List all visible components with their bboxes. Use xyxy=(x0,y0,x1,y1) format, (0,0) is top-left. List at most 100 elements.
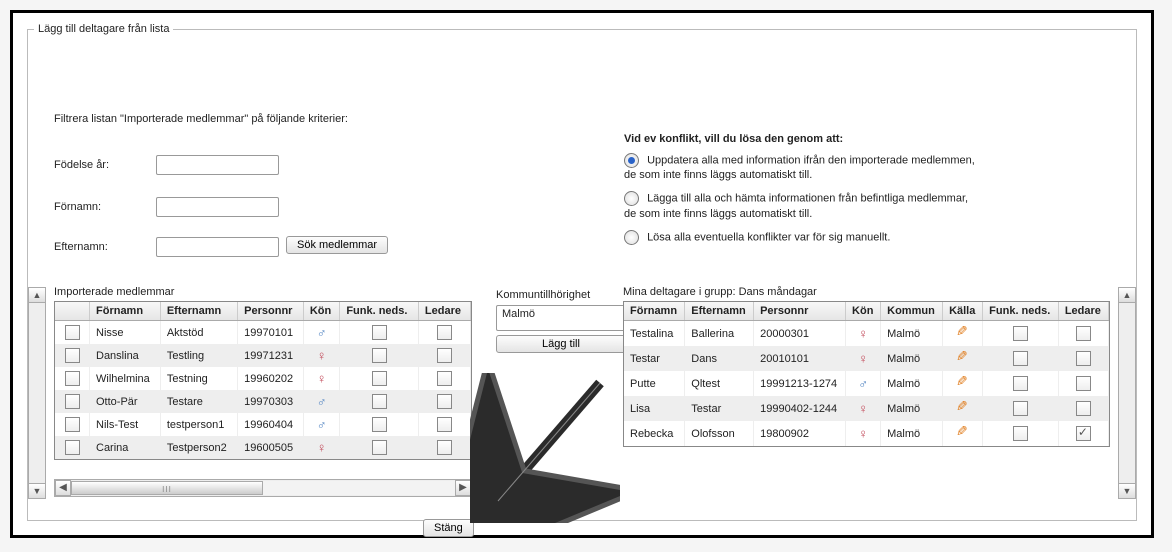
female-icon: ♀ xyxy=(317,348,327,363)
pencil-icon[interactable] xyxy=(956,425,970,439)
checkbox[interactable] xyxy=(1013,376,1028,391)
checkbox[interactable] xyxy=(437,371,452,386)
right-list-scrollbar[interactable]: ▲ ▼ xyxy=(1118,287,1136,499)
pencil-icon[interactable] xyxy=(956,400,970,414)
checkbox[interactable] xyxy=(372,348,387,363)
group-col-personnr[interactable]: Personnr xyxy=(754,302,846,321)
checkbox[interactable] xyxy=(1013,426,1028,441)
conflict-option3-radio[interactable] xyxy=(624,230,639,245)
male-icon: ♂ xyxy=(317,325,327,340)
filter-intro: Filtrera listan "Importerade medlemmar" … xyxy=(54,113,348,125)
pencil-icon[interactable] xyxy=(956,375,970,389)
checkbox[interactable] xyxy=(1076,351,1091,366)
cell-firstname: Danslina xyxy=(90,344,161,367)
male-icon: ♂ xyxy=(858,376,868,391)
female-icon: ♀ xyxy=(858,326,868,341)
cell-kommun: Malmö xyxy=(881,346,943,371)
scroll-left-icon[interactable]: ◀ xyxy=(55,480,71,496)
imported-col-select[interactable] xyxy=(55,302,90,321)
conflict-option2-radio[interactable] xyxy=(624,191,639,206)
checkbox[interactable] xyxy=(1076,326,1091,341)
cell-firstname: Testalina xyxy=(624,321,685,347)
table-row[interactable]: Nils-Testtestperson119960404♂ xyxy=(55,413,471,436)
first-name-label: Förnamn: xyxy=(54,201,101,213)
checkbox[interactable] xyxy=(372,371,387,386)
cell-personnr: 19991213-1274 xyxy=(754,371,846,396)
scroll-down-icon[interactable]: ▼ xyxy=(29,483,45,498)
scroll-right-icon[interactable]: ▶ xyxy=(455,480,471,496)
checkbox[interactable] xyxy=(437,348,452,363)
group-col-firstname[interactable]: Förnamn xyxy=(624,302,685,321)
cell-kommun: Malmö xyxy=(881,396,943,421)
first-name-input[interactable] xyxy=(156,197,279,217)
group-col-source[interactable]: Källa xyxy=(943,302,983,321)
checkbox[interactable] xyxy=(1076,376,1091,391)
checkbox[interactable] xyxy=(372,440,387,455)
left-list-scrollbar[interactable]: ▲ ▼ xyxy=(28,287,46,499)
checkbox[interactable] xyxy=(437,440,452,455)
birth-year-input[interactable] xyxy=(156,155,279,175)
add-button[interactable]: Lägg till xyxy=(496,335,626,353)
conflict-option1-radio[interactable] xyxy=(624,153,639,168)
table-row[interactable]: Otto-PärTestare19970303♂ xyxy=(55,390,471,413)
checkbox[interactable] xyxy=(65,417,80,432)
imported-table: Förnamn Efternamn Personnr Kön Funk. ned… xyxy=(55,302,471,459)
imported-col-lastname[interactable]: Efternamn xyxy=(160,302,237,321)
checkbox[interactable] xyxy=(372,325,387,340)
checkbox[interactable] xyxy=(372,394,387,409)
scroll-down-icon[interactable]: ▼ xyxy=(1119,483,1135,498)
checkbox[interactable] xyxy=(65,348,80,363)
imported-col-firstname[interactable]: Förnamn xyxy=(90,302,161,321)
cell-firstname: Nisse xyxy=(90,321,161,345)
checkbox[interactable] xyxy=(65,325,80,340)
checkbox[interactable] xyxy=(65,371,80,386)
scroll-up-icon[interactable]: ▲ xyxy=(1119,288,1135,303)
table-row[interactable]: TestarDans20010101♀Malmö xyxy=(624,346,1109,371)
table-row[interactable]: PutteQltest19991213-1274♂Malmö xyxy=(624,371,1109,396)
search-members-button[interactable]: Sök medlemmar xyxy=(286,236,388,254)
conflict-resolution-block: Vid ev konflikt, vill du lösa den genom … xyxy=(624,133,1114,253)
table-row[interactable]: TestalinaBallerina20000301♀Malmö xyxy=(624,321,1109,347)
checkbox[interactable] xyxy=(1013,326,1028,341)
female-icon: ♀ xyxy=(317,371,327,386)
checkbox[interactable] xyxy=(1076,401,1091,416)
imported-col-personnr[interactable]: Personnr xyxy=(238,302,304,321)
group-col-leader[interactable]: Ledare xyxy=(1058,302,1108,321)
table-row[interactable]: RebeckaOlofsson19800902♀Malmö xyxy=(624,421,1109,446)
pencil-icon[interactable] xyxy=(956,350,970,364)
table-row[interactable]: WilhelminaTestning19960202♀ xyxy=(55,367,471,390)
close-button[interactable]: Stäng xyxy=(423,519,474,537)
checkbox[interactable] xyxy=(65,394,80,409)
arrow-annotation-icon xyxy=(470,373,620,523)
imported-col-funk[interactable]: Funk. neds. xyxy=(340,302,419,321)
group-col-gender[interactable]: Kön xyxy=(846,302,881,321)
group-col-funk[interactable]: Funk. neds. xyxy=(983,302,1059,321)
pencil-icon[interactable] xyxy=(956,325,970,339)
cell-personnr: 19600505 xyxy=(238,436,304,459)
imported-col-leader[interactable]: Ledare xyxy=(418,302,470,321)
checkbox[interactable] xyxy=(65,440,80,455)
table-row[interactable]: NisseAktstöd19970101♂ xyxy=(55,321,471,345)
cell-lastname: Dans xyxy=(685,346,754,371)
checkbox[interactable] xyxy=(1013,351,1028,366)
cell-personnr: 19960202 xyxy=(238,367,304,390)
table-row[interactable]: LisaTestar19990402-1244♀Malmö xyxy=(624,396,1109,421)
checkbox[interactable] xyxy=(437,394,452,409)
group-col-kommun[interactable]: Kommun xyxy=(881,302,943,321)
table-row[interactable]: CarinaTestperson219600505♀ xyxy=(55,436,471,459)
cell-personnr: 19970101 xyxy=(238,321,304,345)
checkbox[interactable] xyxy=(372,417,387,432)
checkbox[interactable] xyxy=(437,325,452,340)
checkbox[interactable] xyxy=(437,417,452,432)
checkbox[interactable] xyxy=(1076,426,1091,441)
imported-col-gender[interactable]: Kön xyxy=(303,302,339,321)
cell-lastname: testperson1 xyxy=(160,413,237,436)
last-name-input[interactable] xyxy=(156,237,279,257)
scroll-up-icon[interactable]: ▲ xyxy=(29,288,45,303)
imported-hscrollbar[interactable]: ◀ III ▶ xyxy=(54,479,472,497)
group-col-lastname[interactable]: Efternamn xyxy=(685,302,754,321)
checkbox[interactable] xyxy=(1013,401,1028,416)
cell-lastname: Testare xyxy=(160,390,237,413)
table-row[interactable]: DanslinaTestling19971231♀ xyxy=(55,344,471,367)
cell-lastname: Testning xyxy=(160,367,237,390)
